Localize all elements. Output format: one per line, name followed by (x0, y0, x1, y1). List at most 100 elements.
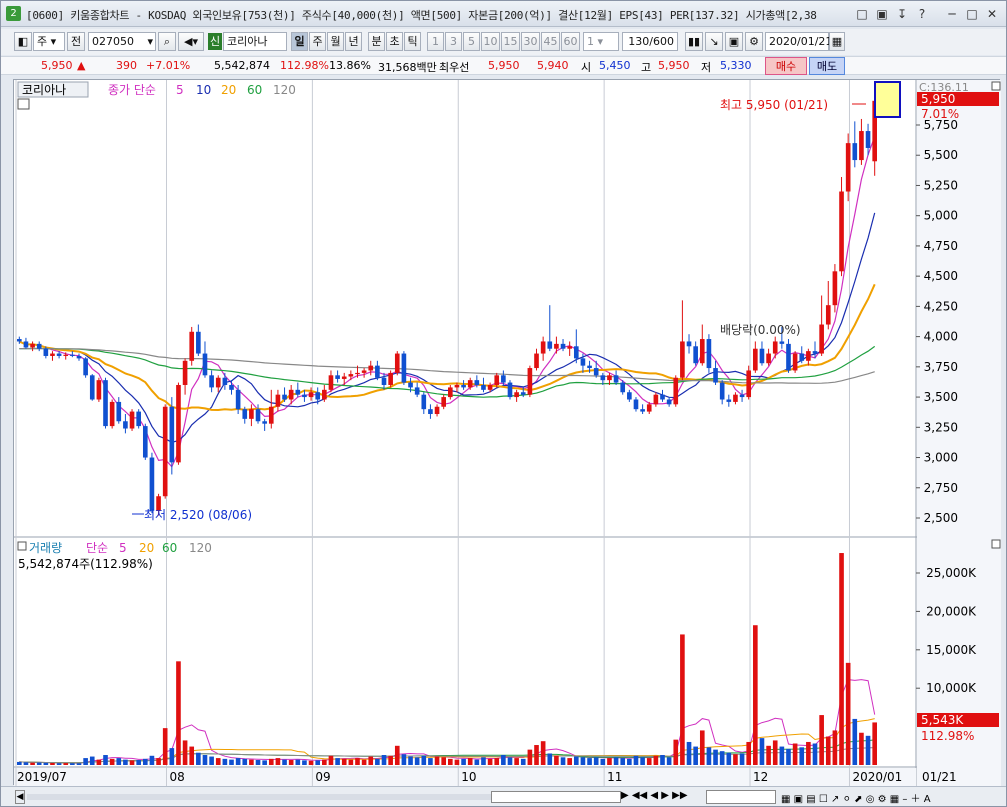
candle-body[interactable] (540, 341, 546, 354)
candle-body[interactable] (401, 353, 407, 383)
volume-bar[interactable] (653, 755, 659, 765)
volume-bar[interactable] (202, 755, 208, 765)
candle-body[interactable] (627, 392, 632, 400)
volume-bar[interactable] (819, 715, 824, 765)
volume-bar[interactable] (235, 758, 241, 765)
candle-body[interactable] (845, 143, 851, 192)
candle-body[interactable] (235, 389, 241, 410)
candle-body[interactable] (262, 421, 267, 424)
candle-body[interactable] (109, 401, 115, 427)
volume-bar[interactable] (142, 758, 148, 765)
volume-bar[interactable] (341, 758, 347, 765)
candle-body[interactable] (302, 394, 307, 398)
candle-body[interactable] (414, 387, 420, 395)
candle-body[interactable] (640, 409, 645, 412)
candle-body[interactable] (819, 324, 824, 354)
n-value-select[interactable]: 1 ▾ (583, 32, 619, 51)
volume-bar[interactable] (89, 756, 95, 765)
volume-bar[interactable] (315, 760, 321, 765)
candle-body[interactable] (196, 331, 201, 354)
interval-45-button[interactable]: 45 (541, 32, 560, 51)
help-icon[interactable]: ? (914, 6, 930, 22)
volume-bar[interactable] (560, 757, 566, 765)
volume-bar[interactable] (63, 763, 69, 765)
volume-bar[interactable] (36, 762, 42, 765)
volume-bar[interactable] (753, 625, 758, 765)
sell-button[interactable]: 매도 (809, 57, 845, 75)
volume-bar[interactable] (295, 759, 301, 765)
candle-body[interactable] (43, 348, 49, 356)
volume-bar[interactable] (30, 762, 35, 765)
volume-bar[interactable] (746, 741, 752, 765)
volume-bar[interactable] (554, 755, 559, 765)
volume-bar[interactable] (514, 758, 519, 765)
compare-button[interactable]: 전 (67, 32, 85, 51)
candle-body[interactable] (116, 401, 122, 422)
volume-bar[interactable] (759, 738, 765, 765)
volume-bar[interactable] (620, 758, 626, 765)
candle-body[interactable] (361, 370, 367, 373)
volume-bar[interactable] (494, 758, 500, 765)
candle-body[interactable] (481, 384, 486, 390)
volume-bar[interactable] (799, 747, 805, 765)
candle-body[interactable] (620, 382, 626, 393)
candle-body[interactable] (653, 394, 659, 405)
candle-body[interactable] (467, 380, 473, 388)
pin-icon[interactable]: ↧ (894, 6, 910, 22)
buy-button[interactable]: 매수 (765, 57, 807, 75)
candle-body[interactable] (547, 341, 553, 349)
candle-body[interactable] (520, 392, 526, 395)
volume-bar[interactable] (786, 748, 791, 765)
candle-body[interactable] (865, 131, 871, 148)
stock-name-field[interactable]: 코리아나 (223, 32, 287, 51)
volume-bar[interactable] (593, 757, 599, 765)
period-week-button[interactable]: 주 (309, 32, 326, 51)
candle-body[interactable] (242, 409, 248, 419)
volume-bar[interactable] (613, 757, 619, 765)
volume-bar[interactable] (739, 753, 745, 765)
volume-bar[interactable] (646, 758, 652, 765)
volume-bar[interactable] (640, 757, 645, 765)
candle-body[interactable] (315, 392, 321, 400)
candle-body[interactable] (434, 406, 440, 415)
volume-bar[interactable] (249, 759, 254, 765)
scroll-track[interactable] (27, 794, 491, 800)
volume-bar[interactable] (368, 756, 374, 765)
volume-bar[interactable] (76, 763, 82, 765)
volume-collapse-icon[interactable] (17, 541, 27, 551)
candle-body[interactable] (706, 339, 712, 369)
candle-body[interactable] (746, 370, 752, 398)
close-icon[interactable]: ✕ (984, 6, 1000, 22)
candle-body[interactable] (149, 457, 155, 511)
volume-bar[interactable] (779, 746, 785, 765)
candle-body[interactable] (56, 353, 62, 356)
candle-body[interactable] (176, 384, 181, 463)
volume-bar[interactable] (268, 758, 274, 765)
volume-bar[interactable] (481, 757, 486, 765)
volume-bar[interactable] (501, 755, 506, 765)
candle-body[interactable] (786, 343, 791, 371)
candle-body[interactable] (83, 358, 88, 376)
volume-bar[interactable] (792, 743, 798, 765)
volume-bar[interactable] (229, 759, 234, 765)
drawing-tool-icon[interactable]: ↘ (705, 32, 723, 51)
volume-bar[interactable] (129, 760, 135, 765)
candle-body[interactable] (573, 346, 579, 359)
candle-body[interactable] (527, 368, 533, 395)
candle-body[interactable] (660, 394, 665, 400)
volume-bar[interactable] (288, 760, 294, 765)
volume-bar[interactable] (196, 752, 201, 765)
scroll-left-icon[interactable]: ◀ (15, 790, 25, 804)
volume-bar[interactable] (540, 741, 546, 765)
candle-body[interactable] (680, 341, 685, 378)
candle-body[interactable] (567, 346, 572, 349)
candle-body[interactable] (613, 375, 619, 383)
volume-bar[interactable] (394, 745, 400, 765)
candle-body[interactable] (428, 409, 433, 415)
date-input[interactable]: 2020/01/21 (765, 32, 832, 51)
volume-bar[interactable] (633, 755, 639, 765)
candle-body[interactable] (633, 399, 639, 410)
volume-bar[interactable] (587, 758, 592, 765)
candle-body[interactable] (202, 353, 208, 376)
candle-body[interactable] (726, 399, 732, 402)
